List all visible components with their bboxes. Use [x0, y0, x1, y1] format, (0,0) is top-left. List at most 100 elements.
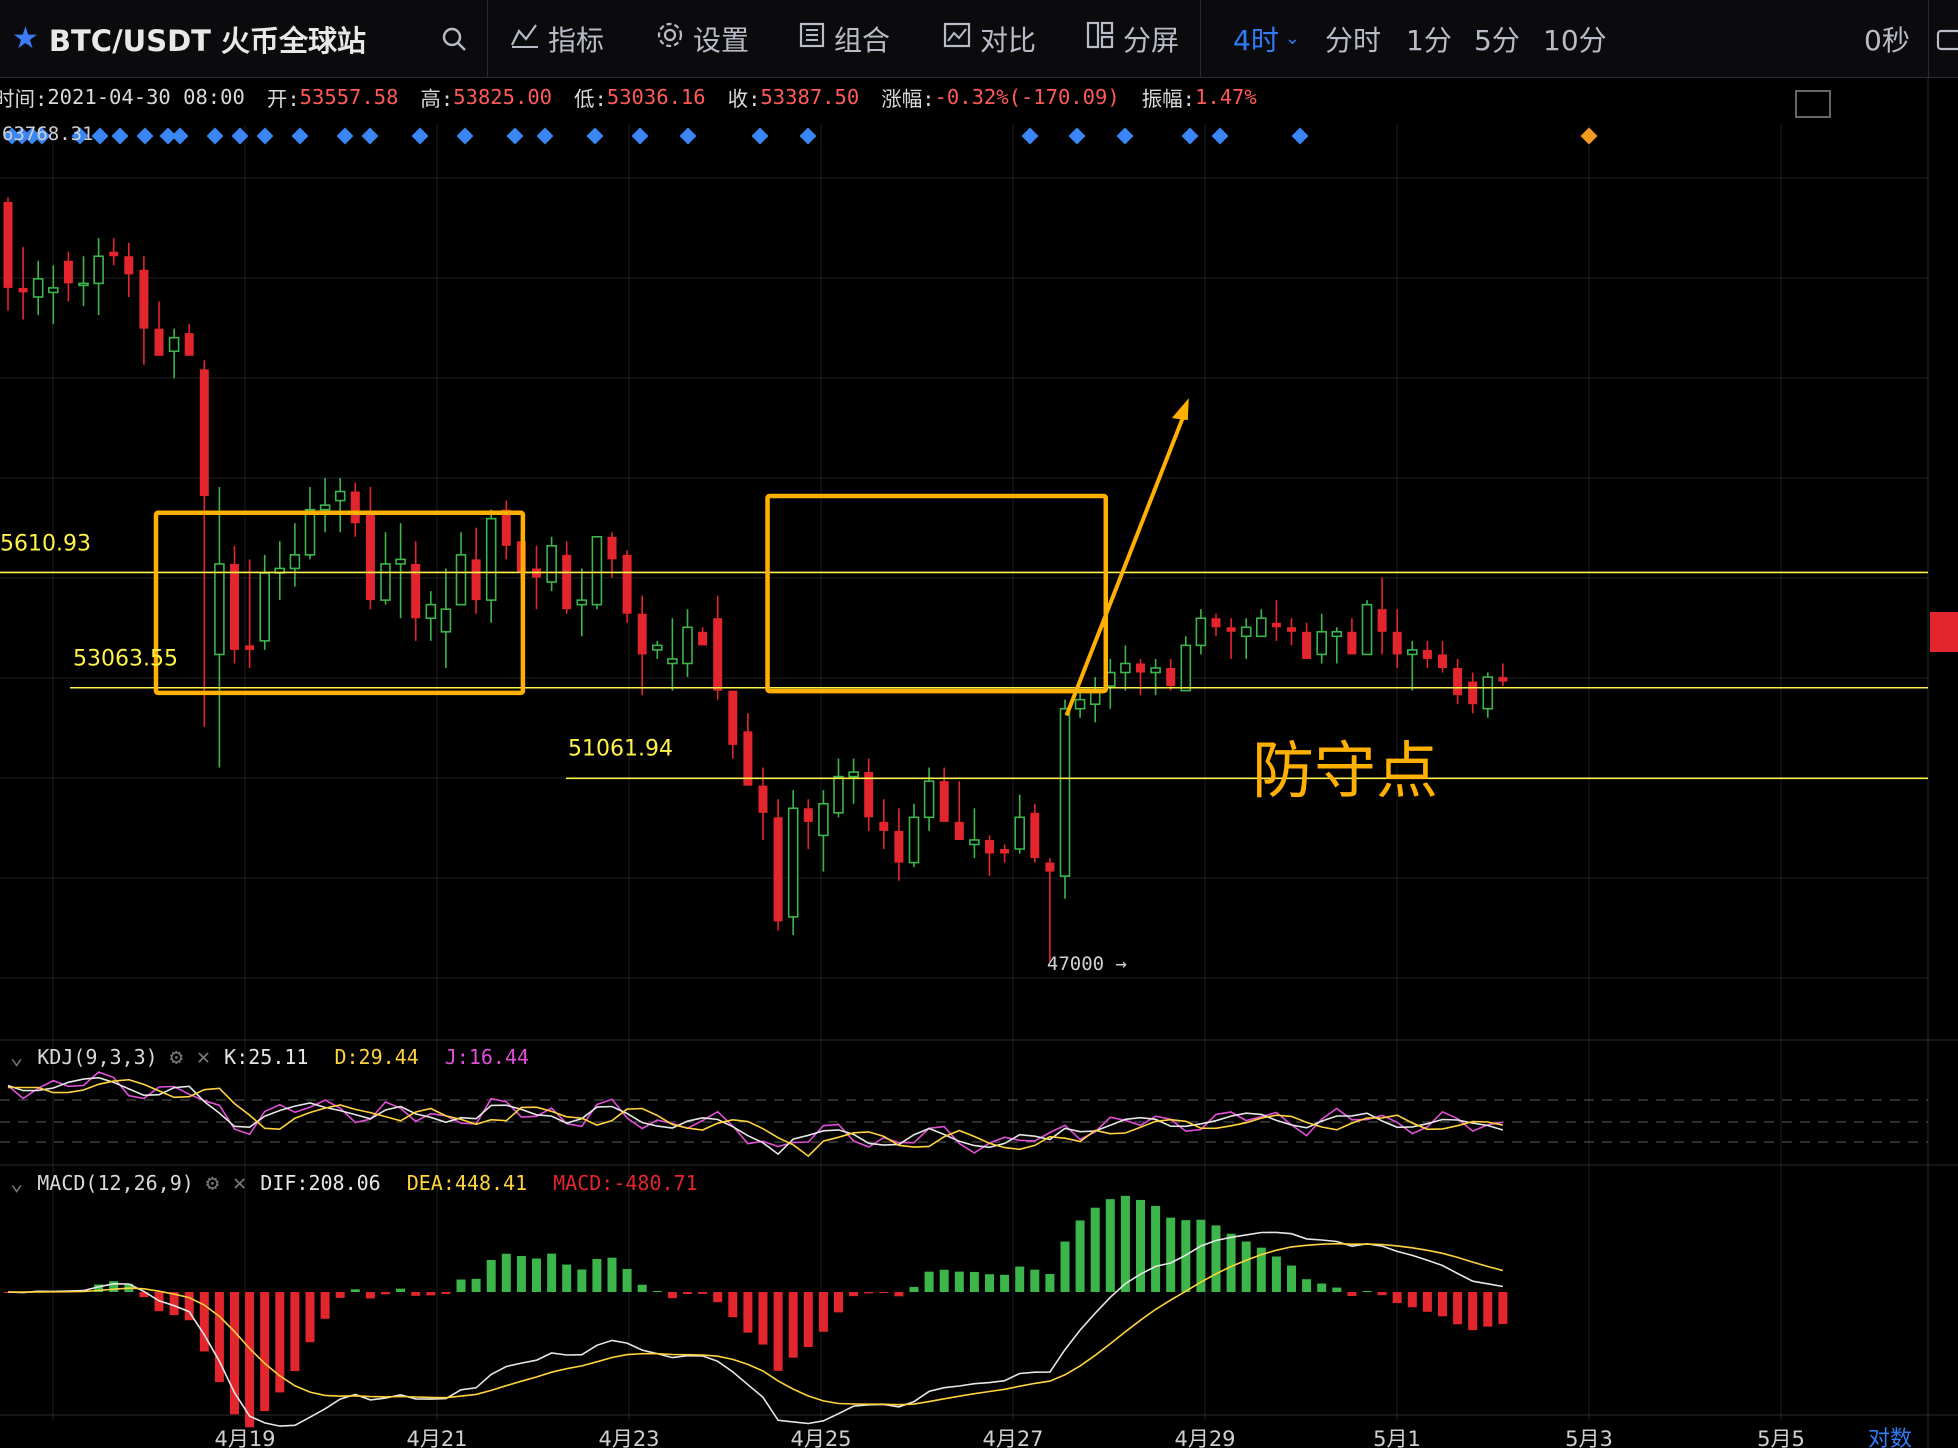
candle-body: [63, 260, 73, 284]
close-icon[interactable]: ✕: [233, 1171, 246, 1196]
candle-body: [1331, 630, 1343, 638]
candle: [546, 536, 557, 592]
top-toolbar: ★ BTC/USDT 火币全球站 指标 设置 组合 对比 分屏 4时 ⌄ 分时 …: [0, 0, 1958, 78]
tool-split-button[interactable]: 分屏: [1085, 0, 1179, 77]
candle: [1150, 658, 1161, 696]
log-scale-toggle[interactable]: 对数: [1868, 1427, 1912, 1448]
timeframe-10m[interactable]: 10分: [1543, 0, 1607, 77]
timeframe-4h[interactable]: 4时 ⌄: [1233, 0, 1300, 77]
macd-bar: [592, 1259, 602, 1292]
candle: [1468, 672, 1478, 714]
x-tick-label: 4月21: [406, 1427, 467, 1448]
candle-body: [78, 282, 89, 287]
candle-body: [818, 802, 829, 837]
gear-icon[interactable]: ⚙: [170, 1045, 183, 1070]
macd-bar: [652, 1291, 662, 1292]
symbol-title[interactable]: ★ BTC/USDT 火币全球站: [12, 0, 366, 77]
candle: [682, 609, 693, 678]
candle: [743, 713, 753, 786]
signal-diamond: [1116, 127, 1134, 145]
timeframe-5m[interactable]: 5分: [1474, 0, 1520, 77]
signal-diamond: [91, 127, 109, 145]
candle: [713, 595, 723, 700]
macd-bar: [1271, 1256, 1281, 1292]
macd-bar: [969, 1271, 979, 1292]
macd-bar: [849, 1292, 859, 1297]
candle: [395, 523, 406, 619]
candle: [1422, 640, 1432, 668]
candle-body: [1392, 631, 1402, 655]
timeframe-tick[interactable]: 分时: [1325, 0, 1381, 77]
macd-bar: [381, 1292, 390, 1295]
candle: [199, 360, 209, 727]
signal-diamond: [231, 127, 249, 145]
candle: [1438, 640, 1447, 673]
macd-bar: [516, 1255, 526, 1292]
ohlc-open: 53557.58: [299, 85, 399, 109]
macd-bar: [1302, 1279, 1312, 1292]
tool-indicators-button[interactable]: 指标: [510, 0, 604, 77]
macd-bar: [1090, 1207, 1100, 1292]
candle-body: [651, 644, 663, 651]
close-icon[interactable]: ✕: [197, 1045, 210, 1070]
macd-bar: [1000, 1274, 1010, 1292]
macd-bar: [728, 1292, 738, 1318]
candle: [698, 627, 708, 646]
candlestick-chart[interactable]: 63768.31 5610.93 53063.55 51061.94 47000 → 防守…: [0, 0, 1958, 1448]
candle-body: [184, 333, 194, 356]
candle-body: [1271, 622, 1281, 628]
macd-bar: [1075, 1220, 1085, 1292]
macd-bar: [698, 1292, 708, 1294]
star-icon[interactable]: ★: [12, 21, 39, 56]
ohlc-low: 53036.16: [606, 85, 706, 109]
candle: [184, 324, 194, 356]
candle: [380, 532, 391, 605]
candle-body: [1000, 849, 1010, 854]
candle-body: [773, 817, 783, 922]
tool-settings-button[interactable]: 设置: [655, 0, 749, 77]
chevron-down-icon[interactable]: ⌄: [10, 1045, 23, 1070]
candle: [1256, 609, 1267, 638]
macd-bar: [486, 1259, 496, 1292]
macd-bar: [320, 1292, 330, 1319]
candle: [245, 559, 255, 668]
candle-body: [803, 808, 813, 822]
candle: [818, 790, 829, 872]
macd-header: ⌄ MACD(12,26,9) ⚙ ✕ DIF:208.06 DEA:448.4…: [10, 1170, 698, 1196]
candle-body: [1287, 627, 1296, 632]
ohlc-info-bar: 时间: 2021-04-30 08:00 开: 53557.58 高: 53825.…: [0, 85, 1257, 111]
candle-body: [1059, 707, 1071, 877]
candle-body: [1120, 662, 1131, 674]
candle-body: [969, 839, 980, 846]
signal-diamond: [256, 127, 274, 145]
kdj-header: ⌄ KDJ(9,3,3) ⚙ ✕ K:25.11 D:29.44 J:16.44: [10, 1044, 530, 1070]
candle: [109, 238, 119, 266]
x-axis: 4月19 4月21 4月23 4月25 4月27 4月29 5月1 5月3 5月5 对数: [214, 1427, 1912, 1448]
candle-body: [546, 545, 557, 583]
candle-body: [395, 558, 406, 565]
signal-diamond-orange: [1580, 127, 1598, 145]
candle-body: [289, 554, 301, 570]
signal-diamond: [679, 127, 697, 145]
gear-icon[interactable]: ⚙: [206, 1171, 219, 1196]
camera-icon[interactable]: [1936, 0, 1958, 77]
timeframe-1m[interactable]: 1分: [1406, 0, 1452, 77]
x-tick-label: 4月29: [1174, 1427, 1235, 1448]
tool-compare-button[interactable]: 对比: [942, 0, 1036, 77]
search-icon[interactable]: [440, 0, 468, 77]
x-tick-label: 4月25: [790, 1427, 851, 1448]
macd-bar: [1483, 1292, 1493, 1327]
candle-body: [304, 508, 316, 556]
candle-body: [1074, 698, 1086, 710]
candle-body: [259, 572, 271, 642]
chevron-down-icon[interactable]: ⌄: [10, 1171, 23, 1196]
candle: [471, 527, 481, 614]
candle: [1180, 636, 1192, 692]
x-tick-label: 4月19: [214, 1427, 275, 1448]
candle: [1271, 600, 1281, 641]
candle: [1407, 640, 1418, 691]
tool-combine-button[interactable]: 组合: [798, 0, 890, 77]
signal-diamond: [536, 127, 554, 145]
candle-body: [485, 517, 497, 601]
candle: [1030, 803, 1040, 863]
